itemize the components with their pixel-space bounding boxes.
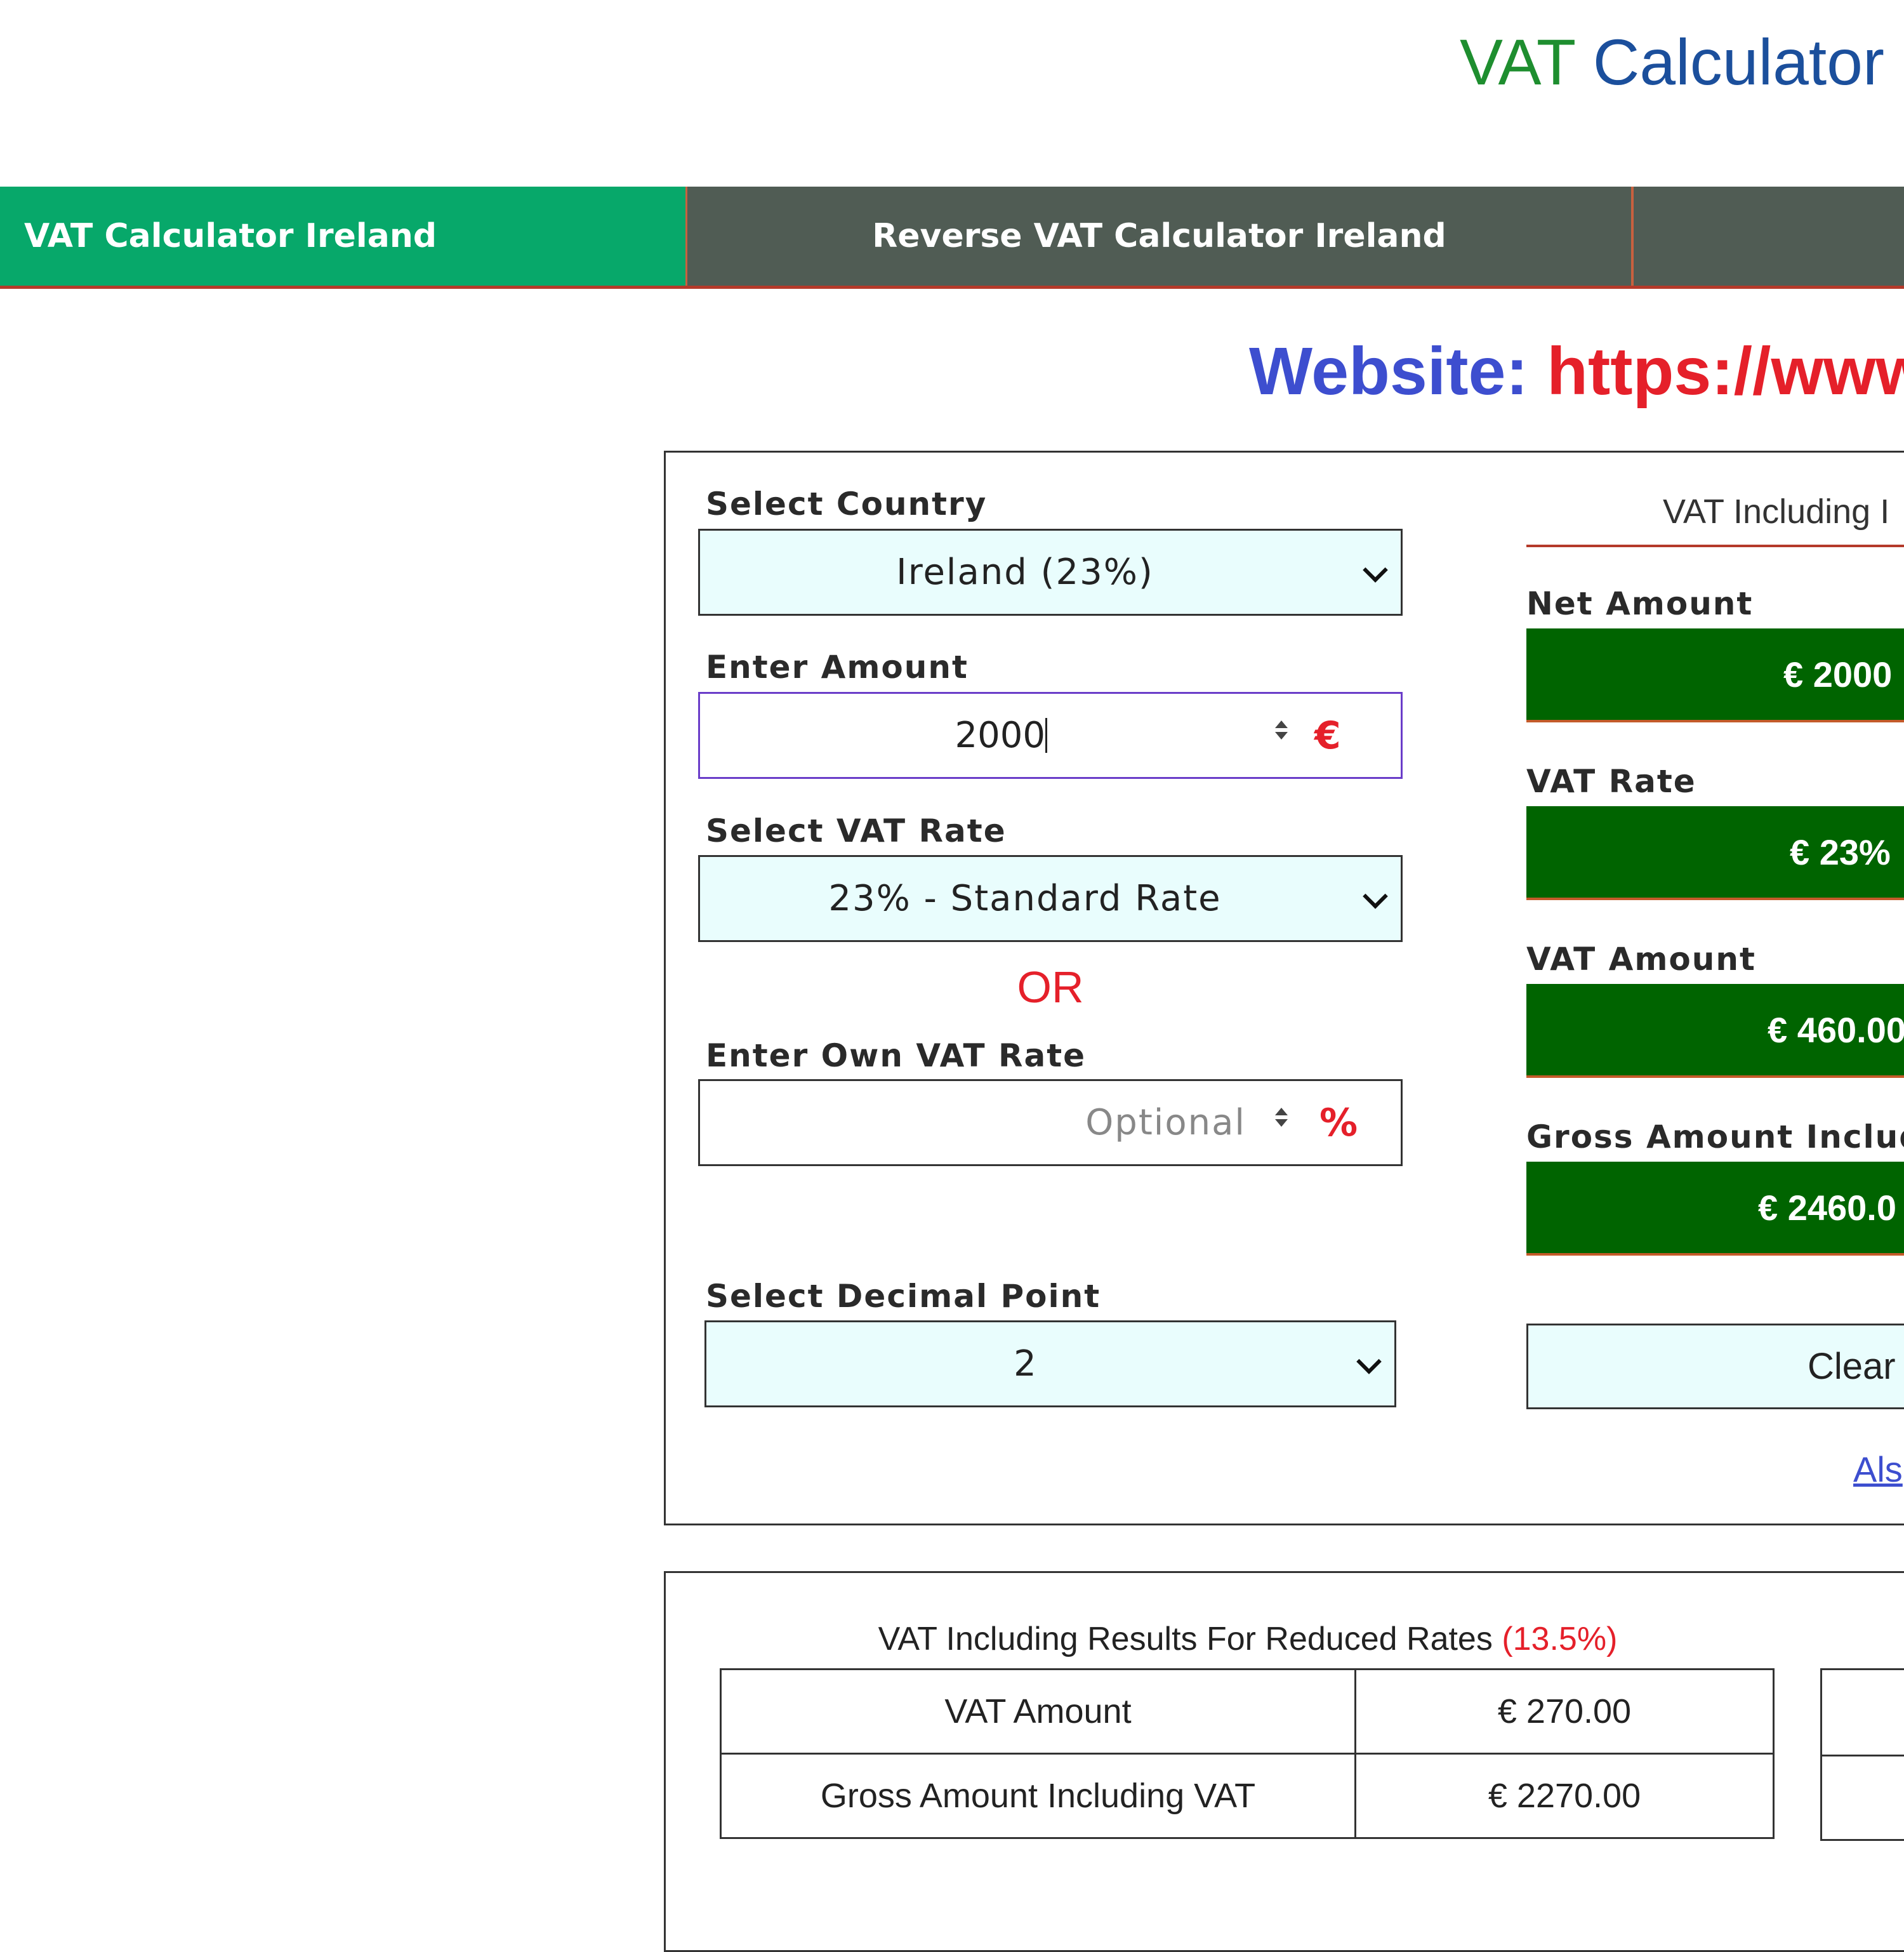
reduced-rate-value: (13.5%)	[1502, 1621, 1618, 1657]
vat-amount-label: VAT Amount	[1526, 941, 1756, 978]
page-title: VAT Calculator	[1460, 25, 1884, 100]
chevron-down-icon	[1363, 557, 1388, 583]
table-cell-value: € 270.00	[1354, 1668, 1775, 1755]
or-divider: OR	[1017, 962, 1084, 1012]
vat-rate-result-box: € 23%	[1526, 806, 1904, 900]
amount-value: 2000	[955, 715, 1045, 756]
tab-more[interactable]	[1631, 187, 1904, 286]
percent-icon: %	[1319, 1100, 1358, 1145]
country-select[interactable]: Ireland (23%)	[698, 529, 1403, 616]
gross-amount-value: € 2460.0	[1758, 1187, 1896, 1228]
table-cell-value: € 2270.00	[1354, 1753, 1775, 1839]
vat-amount-box: € 460.00	[1526, 984, 1904, 1078]
country-label: Select Country	[706, 486, 988, 522]
website-label: Website:	[1249, 334, 1528, 409]
own-rate-label: Enter Own VAT Rate	[706, 1037, 1087, 1074]
table-divider	[1822, 1755, 1904, 1756]
nav-tabs: VAT Calculator Ireland Reverse VAT Calcu…	[0, 187, 1904, 289]
reduced-rates-heading-text: VAT Including Results For Reduced Rates	[878, 1621, 1493, 1657]
table-cell-label: VAT Amount	[720, 1668, 1356, 1755]
decimal-label: Select Decimal Point	[706, 1278, 1101, 1315]
decimal-select[interactable]: 2	[704, 1320, 1396, 1407]
chevron-down-icon	[1356, 1348, 1382, 1374]
net-amount-label: Net Amount	[1526, 585, 1754, 622]
amount-label: Enter Amount	[706, 649, 969, 686]
title-calculator: Calculator	[1592, 26, 1884, 98]
table-row: VAT Amount € 270.00	[720, 1668, 1775, 1755]
vat-rate-result-value: € 23%	[1790, 832, 1891, 872]
tab-reverse-vat-calculator-ireland[interactable]: Reverse VAT Calculator Ireland	[685, 187, 1631, 286]
reduced-rates-heading: VAT Including Results For Reduced Rates …	[721, 1620, 1775, 1658]
clear-button-label: Clear	[1808, 1346, 1896, 1387]
table-cell-label: Gross Amount Including VAT	[720, 1753, 1356, 1839]
amount-input[interactable]: 2000 €	[698, 692, 1403, 779]
table-row: Gross Amount Including VAT € 2270.00	[720, 1753, 1775, 1839]
chevron-down-icon	[1363, 883, 1388, 909]
reduced-rates-table: VAT Amount € 270.00 Gross Amount Includi…	[720, 1668, 1775, 1839]
vat-rate-select[interactable]: 23% - Standard Rate	[698, 855, 1403, 942]
net-amount-value: € 2000	[1783, 654, 1893, 694]
vat-rate-label: Select VAT Rate	[706, 813, 1007, 849]
country-value: Ireland (23%)	[896, 552, 1154, 593]
own-rate-placeholder: Optional	[1085, 1102, 1246, 1143]
decimal-value: 2	[1014, 1343, 1036, 1384]
website-url[interactable]: https://www.	[1547, 334, 1904, 409]
vat-rate-value: 23% - Standard Rate	[828, 878, 1222, 919]
own-rate-stepper-icon[interactable]	[1275, 1108, 1288, 1127]
reduced-rates-table-2	[1820, 1668, 1904, 1841]
euro-icon: €	[1314, 713, 1341, 758]
also-link[interactable]: Als	[1853, 1449, 1903, 1490]
results-heading-underline	[1526, 545, 1904, 547]
vat-amount-value: € 460.00	[1768, 1009, 1904, 1050]
website-line: Website: https://www.	[1249, 333, 1904, 410]
clear-button[interactable]: Clear	[1526, 1324, 1904, 1409]
gross-amount-box: € 2460.0	[1526, 1162, 1904, 1256]
net-amount-box: € 2000	[1526, 628, 1904, 722]
vat-rate-result-label: VAT Rate	[1526, 763, 1696, 800]
own-rate-input[interactable]: Optional %	[698, 1079, 1403, 1166]
tab-vat-calculator-ireland[interactable]: VAT Calculator Ireland	[0, 187, 685, 286]
text-cursor	[1045, 718, 1047, 753]
gross-amount-label: Gross Amount Includi	[1526, 1119, 1904, 1155]
amount-stepper-icon[interactable]	[1275, 720, 1288, 740]
results-heading: VAT Including I	[1663, 493, 1890, 531]
title-vat: VAT	[1460, 26, 1575, 98]
